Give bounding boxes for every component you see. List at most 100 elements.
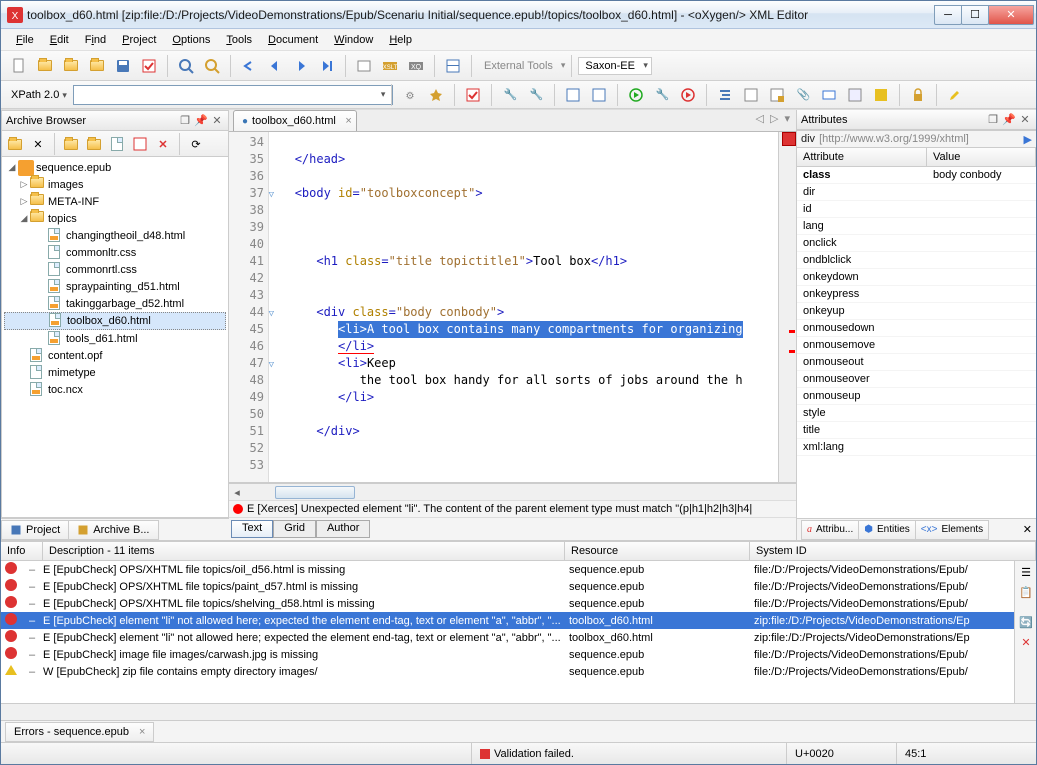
problems-filter-icon[interactable]: 📋 [1017,583,1035,601]
xquery-button[interactable]: XQ [404,54,428,78]
close-button[interactable]: ✕ [988,5,1034,25]
tree-root[interactable]: ◢sequence.epub [4,159,226,176]
attribute-row[interactable]: onmouseout [797,354,1036,371]
new-file-button[interactable] [7,54,31,78]
mode-tab-grid[interactable]: Grid [273,520,316,538]
tab-archive-browser[interactable]: Archive B... [68,520,158,540]
menu-file[interactable]: File [9,32,41,48]
attribute-row[interactable]: ondblclick [797,252,1036,269]
errors-tab[interactable]: Errors - sequence.epub× [5,722,154,742]
debug-button[interactable] [676,83,700,107]
horizontal-scrollbar[interactable]: ◂ [229,483,796,500]
tree-file[interactable]: content.opf [4,347,226,364]
split-button[interactable]: 📎 [791,83,815,107]
toggle-comment-button[interactable] [843,83,867,107]
code-editor[interactable]: </head> <body id="toolboxconcept"> <h1 c… [269,132,778,482]
format-indent-button[interactable] [713,83,737,107]
last-mod-button[interactable] [315,54,339,78]
archive-refresh-button[interactable]: ⟳ [185,133,207,155]
xpath-execute-button[interactable]: ⚙ [398,83,422,107]
problem-row[interactable]: –E [EpubCheck] OPS/XHTML file topics/she… [1,595,1014,612]
problem-row[interactable]: –E [EpubCheck] image file images/carwash… [1,646,1014,663]
problem-row[interactable]: –W [EpubCheck] zip file contains empty d… [1,663,1014,680]
tree-file[interactable]: tools_d61.html [4,330,226,347]
validate-button[interactable] [461,83,485,107]
tree-file[interactable]: spraypainting_d51.html [4,278,226,295]
forward-button[interactable] [289,54,313,78]
maximize-button[interactable]: ☐ [961,5,989,25]
minimize-button[interactable]: ─ [934,5,962,25]
menu-edit[interactable]: Edit [43,32,76,48]
tree-file[interactable]: toc.ncx [4,381,226,398]
editor-tab-toolbox[interactable]: ● toolbox_d60.html × [233,110,357,131]
wrench2-button[interactable]: 🔧 [524,83,548,107]
external-tools-dropdown[interactable]: External Tools [478,60,559,72]
panel-restore-icon[interactable]: ❐ [986,113,1000,127]
tab-next-icon[interactable]: ▷ [770,112,778,125]
mode-tab-text[interactable]: Text [231,520,273,538]
menu-help[interactable]: Help [382,32,419,48]
tab-project[interactable]: Project [1,520,69,540]
archive-tree[interactable]: ◢sequence.epub ▷images ▷META-INF ◢topics… [2,157,228,517]
tree-file[interactable]: takinggarbage_d52.html [4,295,226,312]
tree-file[interactable]: commonrtl.css [4,261,226,278]
tree-folder-topics[interactable]: ◢topics [4,210,226,227]
vertical-scrollbar[interactable] [778,132,796,482]
panel-close-icon[interactable]: ✕ [1018,113,1032,127]
archive-validate-button[interactable] [129,133,151,155]
open-recent-button[interactable] [85,54,109,78]
panel-restore-icon[interactable]: ❐ [178,114,192,128]
join-button[interactable] [817,83,841,107]
open-file-button[interactable] [33,54,57,78]
tab-close-icon[interactable]: × [345,115,351,127]
panel-pin-icon[interactable]: 📌 [1002,113,1016,127]
tab-elements[interactable]: <x> Elements [915,520,989,540]
attribute-row[interactable]: onkeyup [797,303,1036,320]
configure-transform-button[interactable]: 🔧 [650,83,674,107]
attribute-row[interactable]: title [797,422,1036,439]
archive-close-button[interactable]: ✕ [27,133,49,155]
tree-file[interactable]: mimetype [4,364,226,381]
menu-project[interactable]: Project [115,32,163,48]
attribute-row[interactable]: onmousedown [797,320,1036,337]
attribute-row[interactable]: dir [797,184,1036,201]
menu-find[interactable]: Find [78,32,113,48]
panel-close-icon[interactable]: ✕ [210,114,224,128]
mode-tab-author[interactable]: Author [316,520,370,538]
run-transformation-button[interactable] [624,83,648,107]
tab-attributes[interactable]: a Attribu... [801,520,859,540]
attribute-row[interactable]: onmouseover [797,371,1036,388]
menu-options[interactable]: Options [165,32,217,48]
undo-button[interactable] [237,54,261,78]
problem-row[interactable]: –E [EpubCheck] OPS/XHTML file topics/oil… [1,561,1014,578]
attribute-row[interactable]: onmousemove [797,337,1036,354]
save-button[interactable] [111,54,135,78]
archive-add-file-button[interactable] [83,133,105,155]
problems-clear-icon[interactable]: ✕ [1017,633,1035,651]
attribute-row[interactable]: xml:lang [797,439,1036,456]
preferences2-button[interactable] [587,83,611,107]
surround-button[interactable] [765,83,789,107]
tab-prev-icon[interactable]: ◁ [756,112,764,125]
archive-new-folder-button[interactable] [60,133,82,155]
attributes-context[interactable]: div [http://www.w3.org/1999/xhtml] ▶ [797,130,1036,148]
attributes-table[interactable]: classbody conbodydiridlangonclickondblcl… [797,167,1036,518]
preferences-button[interactable] [561,83,585,107]
archive-delete-button[interactable]: ✕ [152,133,174,155]
problems-list[interactable]: –E [EpubCheck] OPS/XHTML file topics/oil… [1,561,1014,703]
find-replace-button[interactable] [200,54,224,78]
problems-settings-icon[interactable]: ☰ [1017,563,1035,581]
menu-document[interactable]: Document [261,32,325,48]
highlighter-button[interactable] [943,83,967,107]
wrench-button[interactable]: 🔧 [498,83,522,107]
menu-window[interactable]: Window [327,32,380,48]
problem-row[interactable]: –E [EpubCheck] element "li" not allowed … [1,629,1014,646]
problem-row[interactable]: –E [EpubCheck] element "li" not allowed … [1,612,1014,629]
problems-refresh-icon[interactable]: 🔄 [1017,613,1035,631]
lock-button[interactable] [906,83,930,107]
attribute-row[interactable]: onkeypress [797,286,1036,303]
attribute-row[interactable]: classbody conbody [797,167,1036,184]
saxon-dropdown[interactable]: Saxon-EE [578,57,652,75]
tree-file-selected[interactable]: toolbox_d60.html [4,312,226,330]
show-definition-button[interactable] [869,83,893,107]
